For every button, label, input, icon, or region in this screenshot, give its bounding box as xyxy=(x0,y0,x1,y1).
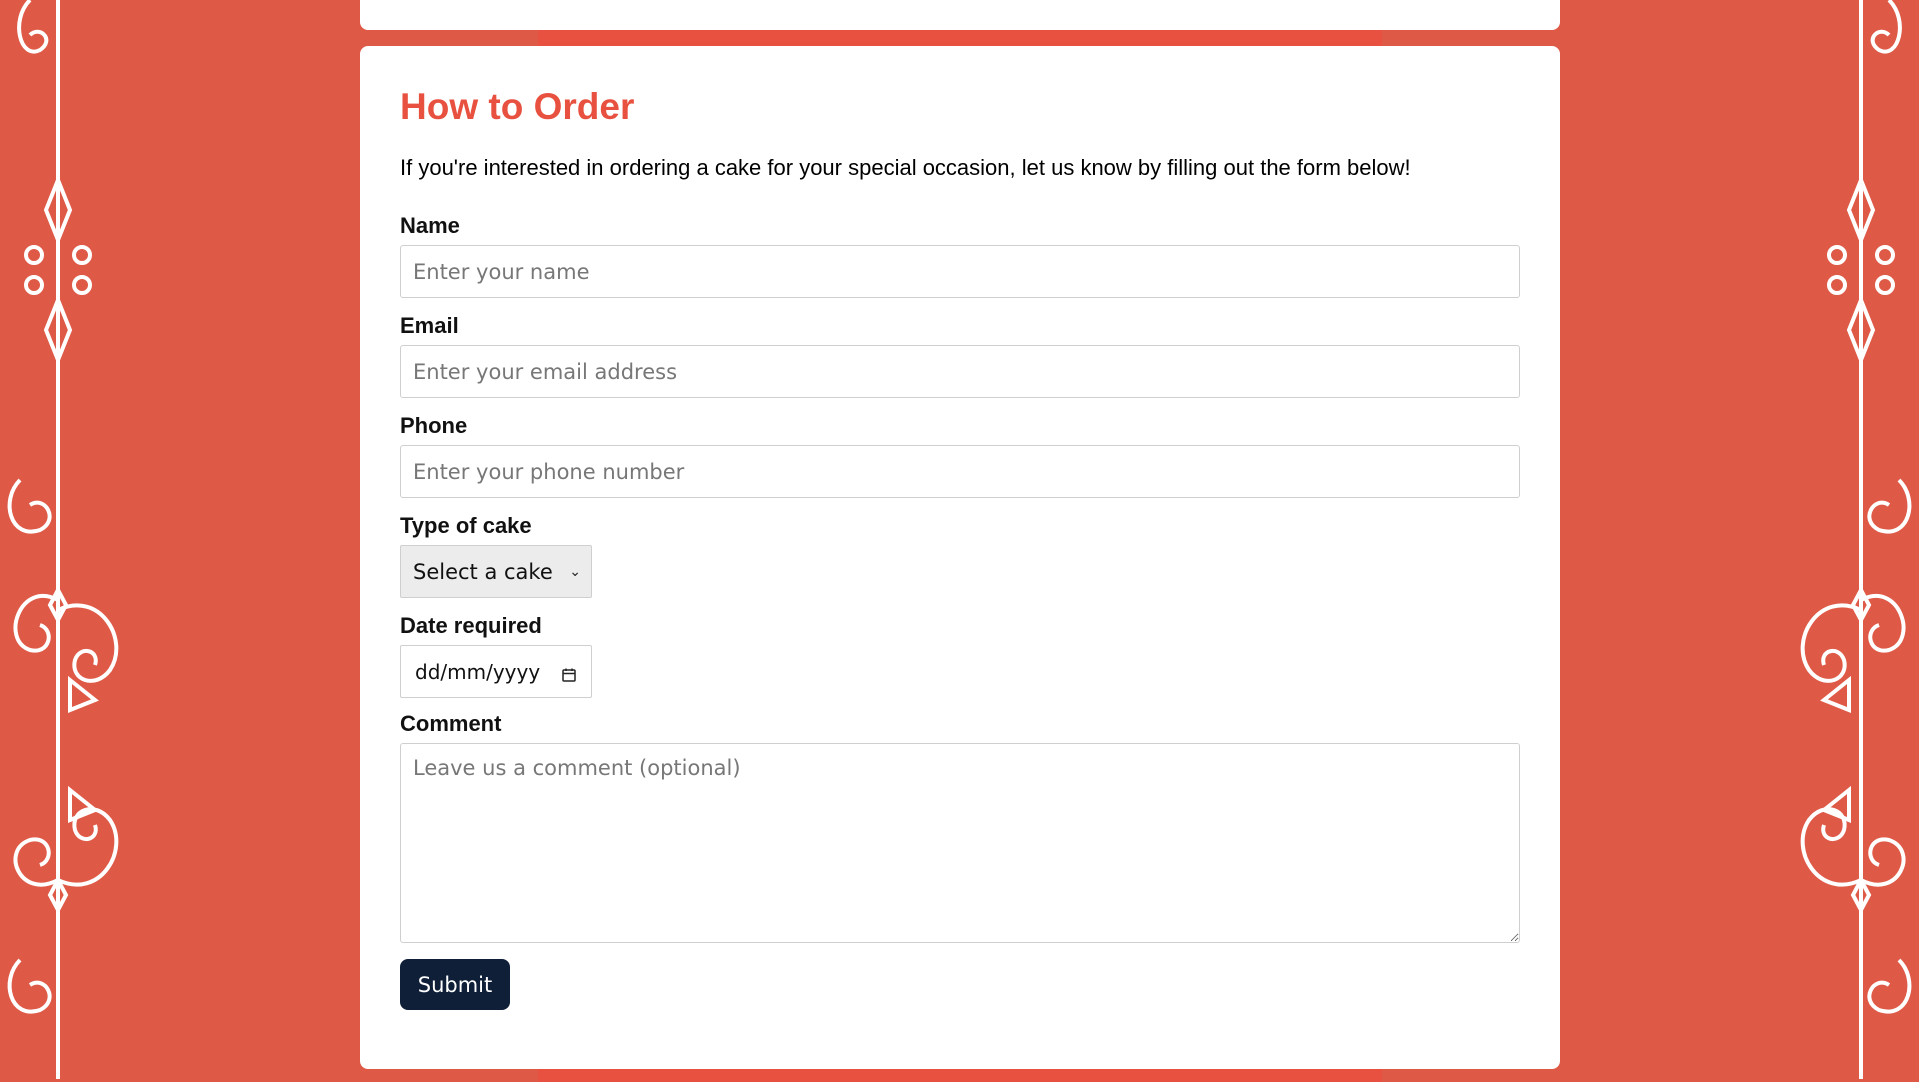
date-placeholder: dd/mm/yyyy xyxy=(415,659,541,684)
left-flourish-border xyxy=(0,0,130,1079)
date-required-input[interactable]: dd/mm/yyyy xyxy=(400,645,592,698)
comment-field-group: Comment xyxy=(400,711,1520,943)
cake-type-selected-value: Select a cake xyxy=(413,559,553,584)
order-form-card: How to Order If you're interested in ord… xyxy=(360,46,1560,1069)
name-field-group: Name xyxy=(400,213,1520,298)
email-field-group: Email xyxy=(400,313,1520,398)
cake-type-label: Type of cake xyxy=(400,513,532,538)
phone-input[interactable] xyxy=(400,445,1520,498)
date-field-group: Date required dd/mm/yyyy xyxy=(400,613,1520,698)
section-title: How to Order xyxy=(400,86,635,127)
email-input[interactable] xyxy=(400,345,1520,398)
section-intro: If you're interested in ordering a cake … xyxy=(400,155,1411,180)
calendar-icon[interactable] xyxy=(561,664,577,682)
cake-type-select[interactable]: Select a cake ⌄ xyxy=(400,545,592,598)
email-label: Email xyxy=(400,313,459,338)
submit-button[interactable]: Submit xyxy=(400,959,510,1010)
comment-label: Comment xyxy=(400,711,502,736)
cake-field-group: Type of cake Select a cake ⌄ xyxy=(400,513,1520,598)
comment-textarea[interactable] xyxy=(400,743,1520,943)
name-input[interactable] xyxy=(400,245,1520,298)
right-flourish-border xyxy=(1789,0,1919,1079)
phone-label: Phone xyxy=(400,413,468,438)
accent-band-top xyxy=(538,30,1382,46)
date-required-label: Date required xyxy=(400,613,542,638)
previous-section-card xyxy=(360,0,1560,30)
phone-field-group: Phone xyxy=(400,413,1520,498)
name-label: Name xyxy=(400,213,460,238)
chevron-down-icon: ⌄ xyxy=(569,563,581,580)
